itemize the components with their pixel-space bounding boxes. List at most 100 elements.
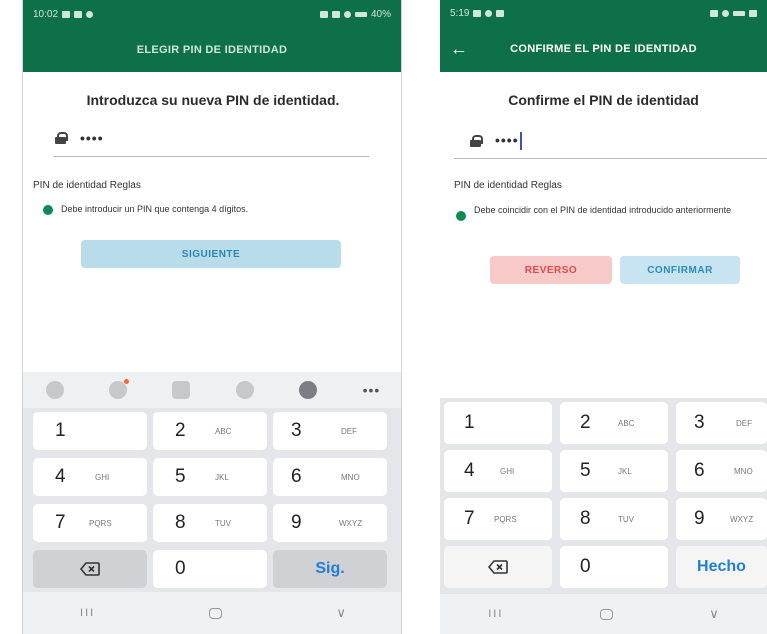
key-1[interactable]: 1 [444,402,552,444]
alarm-icon [319,10,328,18]
key-3[interactable]: 3 DEF [676,402,767,444]
key-8[interactable]: 8 TUV [560,498,668,540]
key-0[interactable]: 0 [560,546,668,588]
next-button[interactable]: SIGUIENTE [81,240,341,268]
phone-screen-confirm-pin: 5:19 ← CONFIRME EL PIN DE IDENTIDAD Conf… [440,0,767,634]
keyboard-toolbar: ••• [23,372,401,408]
key-4[interactable]: 4 GHI [444,450,552,492]
recent-apps-button[interactable]: III [488,608,503,620]
rules-title: PIN de identidad Reglas [454,180,562,191]
done-label: Hecho [697,558,746,575]
next-field-label: Sig. [315,560,345,577]
back-nav-button[interactable]: ∨ [709,606,719,622]
pin-input[interactable]: •••• [55,130,104,146]
key-digit: 5 [580,460,591,481]
instruction-heading: Introduzca su nueva PIN de identidad. [86,92,340,108]
pin-value: •••• [495,132,519,149]
microphone-icon[interactable] [235,381,254,399]
key-digit: 9 [694,508,705,529]
key-digit: 5 [175,466,186,487]
key-2[interactable]: 2 ABC [153,412,267,450]
key-letters: JKL [215,472,229,482]
pin-input[interactable]: •••• [470,132,522,150]
pin-input-underline [454,158,767,159]
status-time: 5:19 [450,7,470,19]
key-2[interactable]: 2 ABC [560,402,668,444]
done-key[interactable]: Hecho [676,546,767,588]
system-navigation-bar: III ∨ [440,594,767,634]
page-title: CONFIRME EL PIN DE IDENTIDAD [510,43,697,55]
text-cursor [519,132,522,150]
confirm-button[interactable]: CONFIRMAR [620,256,740,284]
sync-notification-icon [496,9,505,17]
page-title: ELEGIR PIN DE IDENTIDAD [136,44,288,56]
system-navigation-bar: III ∨ [23,592,401,634]
key-letters: TUV [215,518,231,528]
key-digit: 6 [291,466,302,487]
key-digit: 1 [464,412,475,433]
key-letters: DEF [736,418,752,428]
reverse-button[interactable]: REVERSO [490,256,612,284]
key-0[interactable]: 0 [153,550,267,588]
back-arrow-icon[interactable]: ← [450,39,468,60]
key-letters: PQRS [494,514,517,524]
key-6[interactable]: 6 MNO [273,458,387,496]
key-digit: 0 [580,556,591,577]
key-digit: 3 [694,412,705,433]
key-7[interactable]: 7 PQRS [444,498,552,540]
key-digit: 3 [291,420,302,441]
wifi-icon [343,10,351,18]
pin-value: •••• [80,130,104,146]
rule-text: Debe coincidir con el PIN de identidad i… [474,205,732,215]
key-1[interactable]: 1 [33,412,147,450]
emoji-icon[interactable] [45,381,64,399]
image-notification-icon [473,9,482,17]
key-digit: 7 [464,508,475,529]
battery-icon [749,9,757,17]
numeric-keypad: 1 2 ABC 3 DEF 4 GHI 5 JKL 6 MNO 7 PQRS 8 TUV 9 W… [23,408,401,592]
key-letters: WXYZ [730,514,754,524]
key-digit: 4 [55,466,66,487]
chat-notification-icon [485,9,493,17]
key-4[interactable]: 4 GHI [33,458,147,496]
key-digit: 1 [55,420,66,441]
key-9[interactable]: 9 WXYZ [273,504,387,542]
next-field-key[interactable]: Sig. [273,550,387,588]
key-letters: PQRS [89,518,112,528]
pin-input-underline [53,156,369,157]
key-letters: ABC [618,418,635,428]
backspace-key[interactable] [33,550,147,588]
lock-icon [55,132,68,144]
key-5[interactable]: 5 JKL [560,450,668,492]
key-letters: TUV [618,514,634,524]
settings-icon[interactable] [299,381,318,399]
sticker-icon[interactable] [109,379,130,399]
key-digit: 6 [694,460,705,481]
key-3[interactable]: 3 DEF [273,412,387,450]
backspace-icon [488,560,508,574]
home-button[interactable] [599,608,613,620]
key-digit: 9 [291,512,302,533]
key-letters: MNO [341,472,360,482]
key-9[interactable]: 9 WXYZ [676,498,767,540]
key-digit: 4 [464,460,475,481]
chat-notification-icon [86,10,94,18]
key-5[interactable]: 5 JKL [153,458,267,496]
key-6[interactable]: 6 MNO [676,450,767,492]
instruction-heading: Confirme el PIN de identidad [508,92,699,108]
clipboard-icon[interactable] [172,381,191,399]
key-letters: JKL [618,466,632,476]
key-digit: 0 [175,558,186,579]
key-7[interactable]: 7 PQRS [33,504,147,542]
backspace-key[interactable] [444,546,552,588]
back-nav-button[interactable]: ∨ [336,605,346,621]
lock-icon [470,135,483,148]
recent-apps-button[interactable]: III [80,607,95,619]
home-button[interactable] [209,607,223,619]
vibrate-icon [331,10,340,18]
rule-text: Debe introducir un PIN que contenga 4 dí… [61,204,249,214]
more-options-icon[interactable]: ••• [363,382,381,398]
key-letters: DEF [341,426,357,436]
key-letters: GHI [500,466,515,476]
key-8[interactable]: 8 TUV [153,504,267,542]
